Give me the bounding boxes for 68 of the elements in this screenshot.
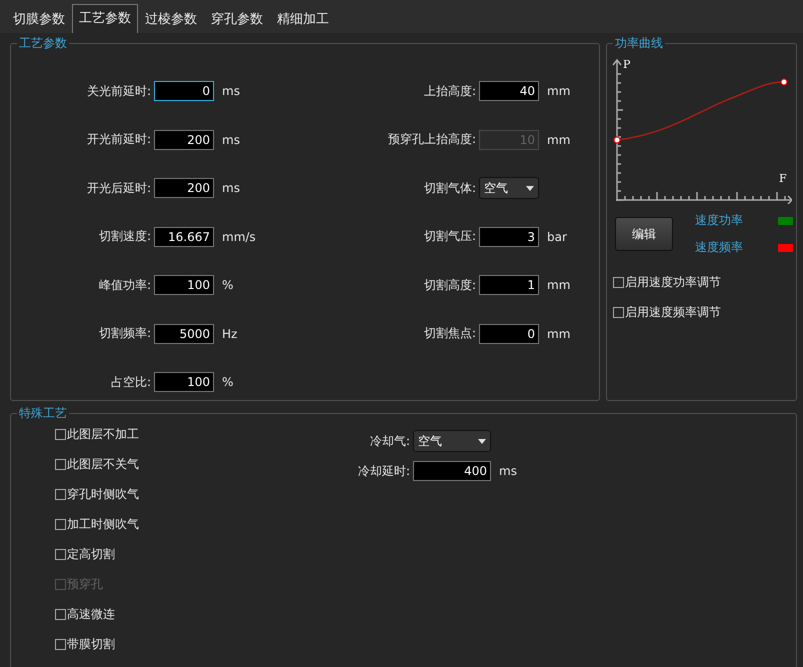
axis-label: F <box>779 172 787 185</box>
number-field[interactable]: 5000 <box>154 324 214 344</box>
number-field[interactable]: 200 <box>154 130 214 150</box>
checkbox[interactable]: 带膜切割 <box>55 636 355 652</box>
field-label: 切割气压: <box>422 228 476 246</box>
group-title: 功率曲线 <box>614 35 664 52</box>
dropdown[interactable]: 空气 <box>413 430 491 452</box>
unit-label: ms <box>221 132 241 147</box>
unit-label: mm <box>546 84 570 98</box>
unit-label: mm <box>546 278 570 292</box>
legend-label: 速度频率 <box>695 239 744 256</box>
field-label: 开光后延时: <box>86 180 151 197</box>
curve-point[interactable] <box>780 78 788 86</box>
unit-label: % <box>221 375 234 390</box>
field-label: 切割频率: <box>98 325 151 342</box>
group-title: 工艺参数 <box>18 35 68 52</box>
field-label: 切割焦点: <box>422 325 476 342</box>
caret-icon <box>478 438 486 444</box>
edit-button[interactable]: 编辑 <box>615 217 673 251</box>
field-label: 切割速度: <box>98 228 151 246</box>
unit-label: mm/s <box>221 230 257 244</box>
number-field[interactable]: 0 <box>479 324 539 344</box>
unit-label: % <box>221 278 234 292</box>
number-field[interactable]: 40 <box>479 81 539 102</box>
field-label: 峰值功率: <box>98 276 151 294</box>
field-label: 冷却气: <box>368 432 410 450</box>
caret-icon <box>526 186 534 191</box>
curve-point[interactable] <box>613 136 621 144</box>
unit-label: bar <box>546 230 568 244</box>
field-label: 上抬高度: <box>422 82 476 100</box>
checkbox[interactable]: 启用速度频率调节 <box>613 304 796 321</box>
checkbox[interactable]: 高速微连 <box>55 606 355 622</box>
unit-label: Hz <box>221 326 238 341</box>
axis-label: P <box>623 58 630 71</box>
checkbox[interactable]: 穿孔时侧吹气 <box>55 486 355 502</box>
legend-label: 速度功率 <box>695 212 744 229</box>
tab[interactable]: 工艺参数 <box>72 4 138 33</box>
number-field[interactable]: 100 <box>154 372 214 392</box>
tab[interactable]: 切膜参数 <box>6 5 72 33</box>
tab[interactable]: 精细加工 <box>270 5 336 33</box>
field-label: 切割气体: <box>422 180 476 197</box>
unit-label: ms <box>221 181 241 196</box>
unit-label: mm <box>546 132 570 147</box>
field-label: 占空比: <box>110 374 151 391</box>
group-title: 特殊工艺 <box>18 405 68 422</box>
number-field[interactable]: 16.667 <box>154 226 214 247</box>
field-label: 开光前延时: <box>86 131 151 148</box>
tab[interactable]: 穿孔参数 <box>204 5 270 33</box>
checkbox[interactable]: 此图层不关气 <box>55 456 355 472</box>
checkbox[interactable]: 启用速度功率调节 <box>613 274 796 291</box>
number-field[interactable]: 0 <box>154 81 214 102</box>
checkbox[interactable]: 定高切割 <box>55 546 355 562</box>
tab[interactable]: 过棱参数 <box>138 5 204 33</box>
checkbox[interactable]: 加工时侧吹气 <box>55 516 355 532</box>
unit-label: ms <box>221 84 241 98</box>
number-field[interactable]: 200 <box>154 178 214 198</box>
unit-label: ms <box>498 464 517 478</box>
field-label: 关光前延时: <box>86 82 151 100</box>
field-label: 冷却延时: <box>356 462 410 480</box>
unit-label: mm <box>546 326 570 341</box>
number-field[interactable]: 1 <box>479 275 539 296</box>
dropdown[interactable]: 空气 <box>479 177 539 200</box>
field-label: 切割高度: <box>422 276 476 294</box>
checkbox[interactable]: 此图层不加工 <box>55 426 355 442</box>
number-field[interactable]: 100 <box>154 275 214 296</box>
number-field[interactable]: 3 <box>479 226 539 247</box>
number-field[interactable]: 400 <box>413 461 491 481</box>
field-label: 预穿孔上抬高度: <box>386 131 476 148</box>
